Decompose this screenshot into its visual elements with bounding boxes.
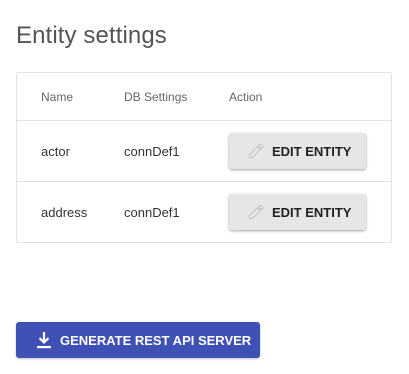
download-icon (36, 331, 52, 349)
entity-name-cell: actor (41, 143, 70, 159)
pencil-icon (247, 142, 265, 160)
entity-settings-page: Entity settings Name DB Settings Action … (0, 0, 409, 374)
entity-table: Name DB Settings Action actor connDef1 E… (16, 72, 392, 243)
generate-button-label: GENERATE REST API SERVER (60, 332, 252, 348)
pencil-icon (247, 203, 265, 221)
column-header-name: Name (41, 89, 74, 104)
table-row: address connDef1 EDIT ENTITY (17, 182, 391, 242)
column-header-action: Action (229, 89, 263, 104)
table-row: actor connDef1 EDIT ENTITY (17, 121, 391, 182)
page-title: Entity settings (16, 22, 167, 49)
edit-entity-button[interactable]: EDIT ENTITY (229, 194, 366, 230)
edit-entity-label: EDIT ENTITY (272, 204, 352, 220)
db-settings-cell: connDef1 (124, 204, 180, 220)
action-cell: EDIT ENTITY (229, 182, 366, 242)
column-header-db-settings: DB Settings (124, 89, 188, 104)
edit-entity-button[interactable]: EDIT ENTITY (229, 133, 366, 169)
entity-name-cell: address (41, 204, 88, 220)
edit-entity-label: EDIT ENTITY (272, 143, 352, 159)
action-cell: EDIT ENTITY (229, 121, 366, 181)
generate-rest-api-server-button[interactable]: GENERATE REST API SERVER (16, 322, 260, 358)
table-header-row: Name DB Settings Action (17, 73, 391, 121)
db-settings-cell: connDef1 (124, 143, 180, 159)
